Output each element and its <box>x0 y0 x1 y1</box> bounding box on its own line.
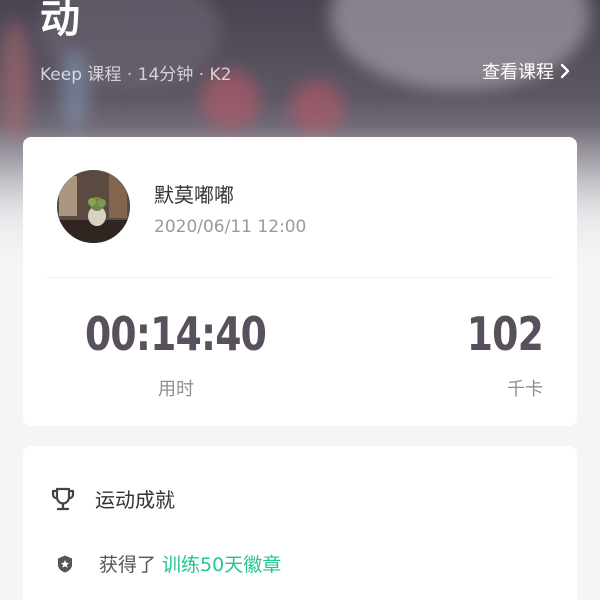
achievement-item[interactable]: 获得了 训练50天徽章 <box>57 550 281 577</box>
trophy-icon <box>51 487 75 510</box>
badge-icon <box>58 555 72 572</box>
avatar[interactable] <box>57 170 130 243</box>
calories-label: 千卡 <box>507 379 543 400</box>
achievement-title: 运动成就 <box>95 488 175 512</box>
workout-timestamp: 2020/06/11 12:00 <box>154 217 307 237</box>
achievement-header: 运动成就 <box>49 484 175 513</box>
calories-value: 102 <box>466 307 544 361</box>
divider <box>47 277 553 278</box>
achievement-prefix: 获得了 <box>99 554 157 576</box>
workout-record-card: 默莫嘟嘟 2020/06/11 12:00 00:14:40 用时 102 千卡 <box>23 137 577 426</box>
view-course-link[interactable]: 查看课程 <box>482 58 572 84</box>
duration-value: 00:14:40 <box>85 307 267 361</box>
duration-label: 用时 <box>158 379 194 400</box>
view-course-label: 查看课程 <box>482 62 554 83</box>
user-name: 默莫嘟嘟 <box>154 183 234 207</box>
course-title: 动 <box>40 0 80 42</box>
achievement-card: 运动成就 获得了 训练50天徽章 <box>23 446 577 600</box>
course-meta: Keep 课程 · 14分钟 · K2 <box>40 65 232 85</box>
achievement-badge-link[interactable]: 训练50天徽章 <box>162 550 281 577</box>
chevron-right-icon <box>560 63 570 79</box>
